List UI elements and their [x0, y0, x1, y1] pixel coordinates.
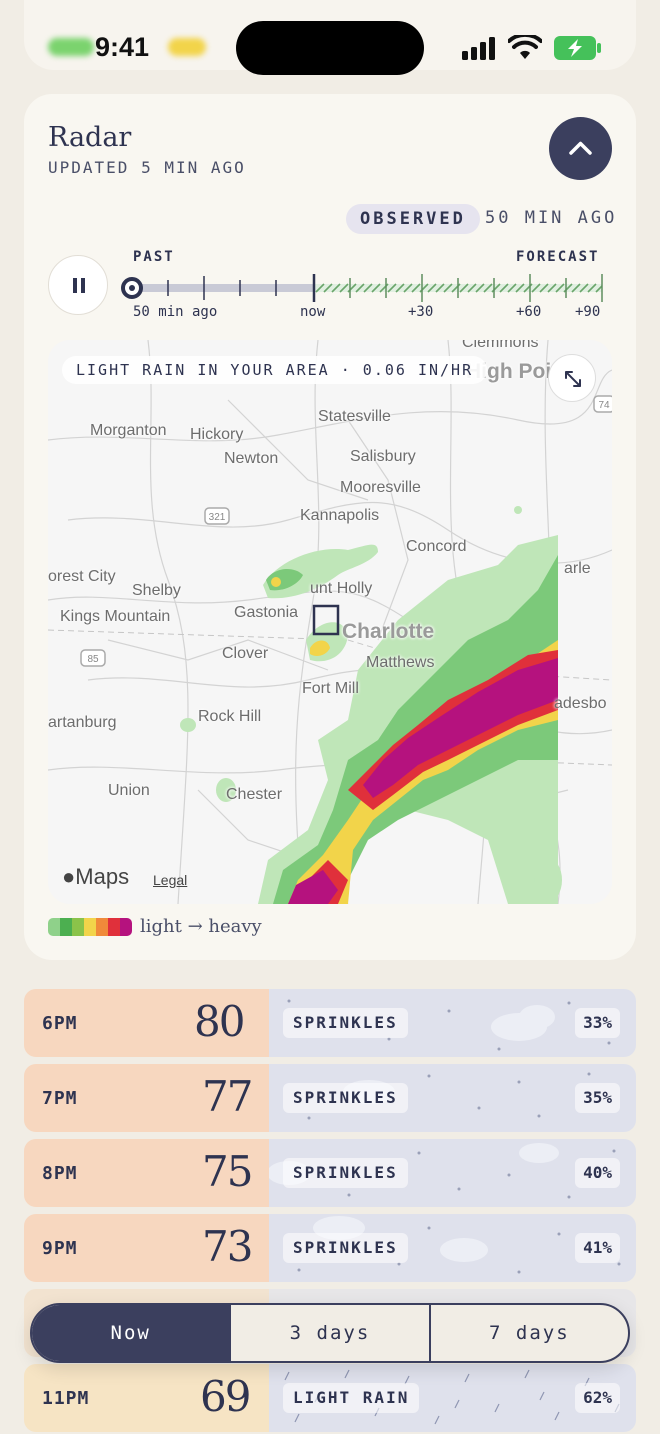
highway-shield-label: 74 [598, 400, 610, 411]
map-city-label: unt Holly [310, 580, 373, 597]
radar-updated: UPDATED 5 MIN AGO [48, 158, 246, 177]
map-city-label: Kannapolis [300, 507, 380, 524]
map-city-label: Newton [224, 450, 279, 467]
apple-icon: ● [62, 864, 76, 889]
collapse-button[interactable] [549, 117, 612, 180]
map-caption: LIGHT RAIN IN YOUR AREA · 0.06 IN/HR [62, 356, 488, 384]
hour-precip-chance: 62% [575, 1383, 620, 1413]
radar-card: Radar UPDATED 5 MIN AGO OBSERVED 50 MIN … [24, 94, 636, 960]
hour-condition: LIGHT RAIN [283, 1383, 420, 1413]
hour-precip-chance: 35% [575, 1083, 620, 1113]
battery-charging-icon [554, 36, 601, 60]
expand-icon [565, 371, 581, 387]
radar-map[interactable]: 321 85 74 Clemmons High Poin Statesville… [48, 340, 612, 904]
hour-precip-chance: 33% [575, 1008, 620, 1038]
map-city-label: Clover [222, 645, 269, 662]
map-city-label: Salisbury [350, 448, 416, 465]
hourly-row[interactable]: 6PM 80 SPRINKLES 33% [24, 989, 636, 1057]
map-city-label: arle [564, 560, 591, 577]
status-bar: 9:41 [0, 0, 660, 90]
hour-temperature: 77 [202, 1072, 253, 1121]
hour-time: 8PM [42, 1163, 78, 1184]
map-city-label: adesbo [554, 695, 607, 712]
map-city-label: Morganton [90, 422, 167, 439]
map-city-label: Chester [226, 786, 283, 803]
wifi-icon [508, 35, 542, 59]
hour-temperature: 69 [200, 1372, 251, 1421]
map-city-label: Mooresville [340, 479, 421, 496]
forecast-range-segmented-control: Now 3 days 7 days [30, 1303, 630, 1363]
hourly-row[interactable]: 9PM 73 SPRINKLES 41% [24, 1214, 636, 1282]
pause-icon [73, 278, 85, 293]
hour-precip-chance: 41% [575, 1233, 620, 1263]
observed-time: 50 MIN AGO [485, 208, 618, 228]
observed-badge: OBSERVED [346, 204, 480, 234]
segment-7-days[interactable]: 7 days [428, 1305, 628, 1361]
map-city-label: Clemmons [462, 340, 539, 351]
map-city-label: orest City [48, 568, 116, 585]
hour-time: 7PM [42, 1088, 78, 1109]
precipitation-legend-label: light → heavy [140, 916, 262, 937]
map-city-label: Statesville [318, 408, 391, 425]
precipitation-legend-bar [48, 918, 132, 936]
maps-brand-text: Maps [75, 864, 130, 889]
hour-condition: SPRINKLES [283, 1008, 408, 1038]
highway-shield-label: 321 [209, 512, 226, 523]
map-city-label: Charlotte [342, 620, 435, 643]
hour-temperature: 80 [194, 997, 245, 1046]
signal-icon [462, 37, 495, 60]
tick-label: +60 [516, 304, 542, 320]
map-city-label: artanburg [48, 714, 117, 731]
hour-condition: SPRINKLES [283, 1083, 408, 1113]
map-city-label: Concord [406, 538, 467, 555]
tick-label: now [300, 304, 326, 320]
highway-shield-label: 85 [87, 654, 99, 665]
hour-condition: SPRINKLES [283, 1158, 408, 1188]
status-blur-green [48, 38, 94, 56]
hour-time: 9PM [42, 1238, 78, 1259]
tick-label: +30 [408, 304, 434, 320]
dynamic-island [236, 21, 424, 75]
hourly-row[interactable]: 7PM 77 SPRINKLES 35% [24, 1064, 636, 1132]
chevron-up-icon [569, 141, 592, 155]
hourly-row[interactable]: 11PM 69 LIGHT RAIN 62% [24, 1364, 636, 1432]
hour-precip-chance: 40% [575, 1158, 620, 1188]
status-time: 9:41 [95, 32, 150, 62]
tick-label: +90 [575, 304, 601, 320]
hour-time: 11PM [42, 1388, 90, 1409]
expand-map-button[interactable] [548, 354, 596, 402]
map-city-label: Kings Mountain [60, 608, 171, 625]
timeline-past-label: PAST [133, 249, 175, 265]
apple-maps-logo: ●Maps [62, 864, 129, 890]
map-city-label: Gastonia [234, 604, 299, 621]
map-city-label: Fort Mill [302, 680, 359, 697]
map-city-label: Hickory [190, 426, 244, 443]
hour-condition: SPRINKLES [283, 1233, 408, 1263]
hourly-row[interactable]: 8PM 75 SPRINKLES 40% [24, 1139, 636, 1207]
hour-temperature: 73 [202, 1222, 253, 1271]
timeline-forecast-label: FORECAST [516, 249, 600, 265]
tick-label: 50 min ago [133, 304, 218, 320]
segment-3-days[interactable]: 3 days [229, 1305, 428, 1361]
hour-time: 6PM [42, 1013, 78, 1034]
hour-temperature: 75 [202, 1147, 253, 1196]
map-city-label: Union [108, 782, 150, 799]
map-city-label: Matthews [366, 654, 435, 671]
map-city-label: Rock Hill [198, 708, 262, 725]
maps-legal-link[interactable]: Legal [153, 872, 187, 888]
map-city-label: Shelby [132, 582, 181, 599]
radar-title: Radar [48, 122, 132, 153]
segment-now[interactable]: Now [32, 1305, 230, 1361]
pause-button[interactable] [48, 255, 108, 315]
status-blur-yellow [168, 38, 206, 56]
